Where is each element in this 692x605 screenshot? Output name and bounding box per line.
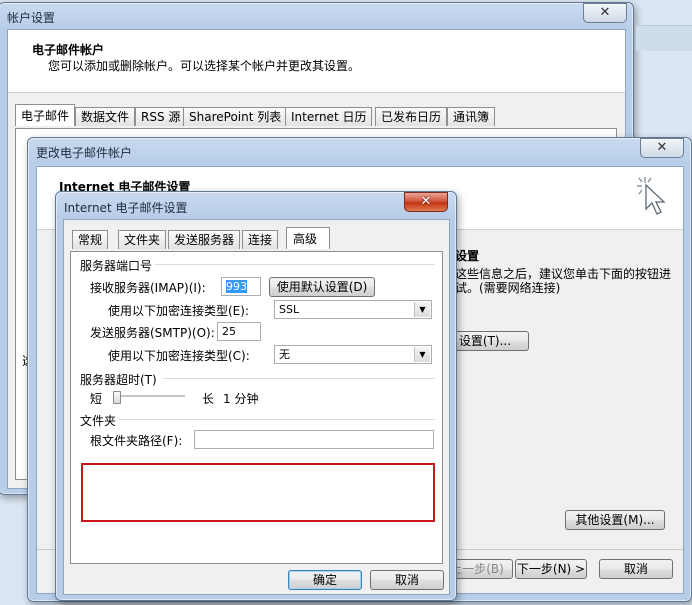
tab-data-files[interactable]: 数据文件 (75, 107, 136, 126)
close-button[interactable]: ✕ (583, 3, 627, 23)
tab-rss-feeds[interactable]: RSS 源 (135, 107, 187, 126)
email-accounts-heading: 电子邮件帐户 (32, 43, 105, 57)
timeout-short-label: 短 (90, 392, 103, 406)
close-icon: ✕ (656, 140, 668, 155)
folders-group-label: 文件夹 (80, 414, 117, 428)
dialog-title: Internet 电子邮件设置 (64, 201, 188, 215)
tab-sharepoint-lists[interactable]: SharePoint 列表 (183, 107, 288, 126)
dialog-client: 常规 文件夹 发送服务器 连接 高级 服务器端口号 接收服务器(IMAP)(I)… (63, 219, 450, 595)
timeout-slider-track (113, 395, 185, 398)
change-account-title: 更改电子邮件帐户 (36, 146, 133, 160)
more-settings-button[interactable]: 其他设置(M)... (565, 510, 665, 530)
timeout-slider[interactable] (113, 391, 185, 404)
internet-email-settings-dialog: Internet 电子邮件设置 ✕ 常规 文件夹 发送服务器 连接 高级 服务器… (55, 191, 457, 601)
tab-internet-calendars[interactable]: Internet 日历 (285, 107, 373, 126)
dialog-cancel-button[interactable]: 取消 (370, 570, 444, 590)
outgoing-encryption-label: 使用以下加密连接类型(C): (108, 349, 250, 363)
account-settings-header-panel: 电子邮件帐户 您可以添加或删除帐户。可以选择某个帐户并更改其设置。 (8, 30, 625, 93)
test-settings-text-line2: 试。(需要网络连接) (455, 281, 561, 295)
chevron-down-icon: ▼ (414, 347, 430, 362)
tab-email[interactable]: 电子邮件 (15, 104, 76, 126)
close-icon: ✕ (420, 194, 432, 209)
folders-divider (119, 419, 435, 420)
incoming-encryption-label: 使用以下加密连接类型(E): (108, 304, 249, 318)
imap-port-field[interactable]: 993 (221, 277, 261, 296)
tab-connection[interactable]: 连接 (242, 230, 279, 249)
chevron-down-icon: ▼ (414, 302, 430, 317)
root-folder-path-label: 根文件夹路径(F): (90, 434, 183, 448)
test-settings-heading: 设置 (455, 249, 480, 263)
tab-advanced[interactable]: 高级 (286, 227, 331, 249)
ok-button[interactable]: 确定 (288, 570, 362, 590)
cancel-button[interactable]: 取消 (599, 559, 673, 579)
dialog-tab-strip: 常规 文件夹 发送服务器 连接 高级 (72, 227, 432, 252)
next-button[interactable]: 下一步(N) > (515, 559, 587, 579)
incoming-encryption-select[interactable]: SSL ▼ (274, 300, 432, 319)
close-icon: ✕ (599, 5, 611, 20)
tab-address-books[interactable]: 通讯簿 (447, 107, 496, 126)
change-account-close-button[interactable]: ✕ (640, 138, 684, 158)
smtp-port-field[interactable]: 25 (217, 322, 261, 341)
timeout-slider-thumb[interactable] (113, 391, 121, 404)
server-ports-group-label: 服务器端口号 (80, 259, 153, 273)
timeout-long-label: 长 (202, 392, 215, 406)
cursor-click-icon (635, 173, 671, 217)
background-app-strip (636, 25, 692, 51)
highlight-annotation-box (81, 463, 435, 522)
server-timeout-divider (163, 378, 435, 379)
smtp-port-label: 发送服务器(SMTP)(O): (90, 326, 215, 340)
outgoing-encryption-select[interactable]: 无 ▼ (274, 345, 432, 364)
server-timeout-group-label: 服务器超时(T) (80, 373, 157, 387)
server-ports-divider (155, 264, 435, 265)
tab-outgoing-server[interactable]: 发送服务器 (168, 230, 241, 249)
imap-port-label: 接收服务器(IMAP)(I): (90, 281, 206, 295)
advanced-tab-panel: 服务器端口号 接收服务器(IMAP)(I): 993 使用默认设置(D) 使用以… (70, 251, 443, 564)
dialog-close-button[interactable]: ✕ (404, 192, 448, 212)
tab-folders[interactable]: 文件夹 (118, 230, 167, 249)
root-folder-path-field[interactable] (194, 430, 434, 449)
tab-published-calendars[interactable]: 已发布日历 (375, 107, 448, 126)
tab-general[interactable]: 常规 (72, 230, 109, 249)
timeout-value: 1 分钟 (223, 392, 259, 406)
use-default-settings-button[interactable]: 使用默认设置(D) (269, 277, 375, 297)
account-settings-title: 帐户设置 (7, 11, 56, 25)
account-tab-strip: 电子邮件 数据文件 RSS 源 SharePoint 列表 Internet 日… (15, 104, 615, 129)
email-accounts-description: 您可以添加或删除帐户。可以选择某个帐户并更改其设置。 (48, 59, 361, 73)
